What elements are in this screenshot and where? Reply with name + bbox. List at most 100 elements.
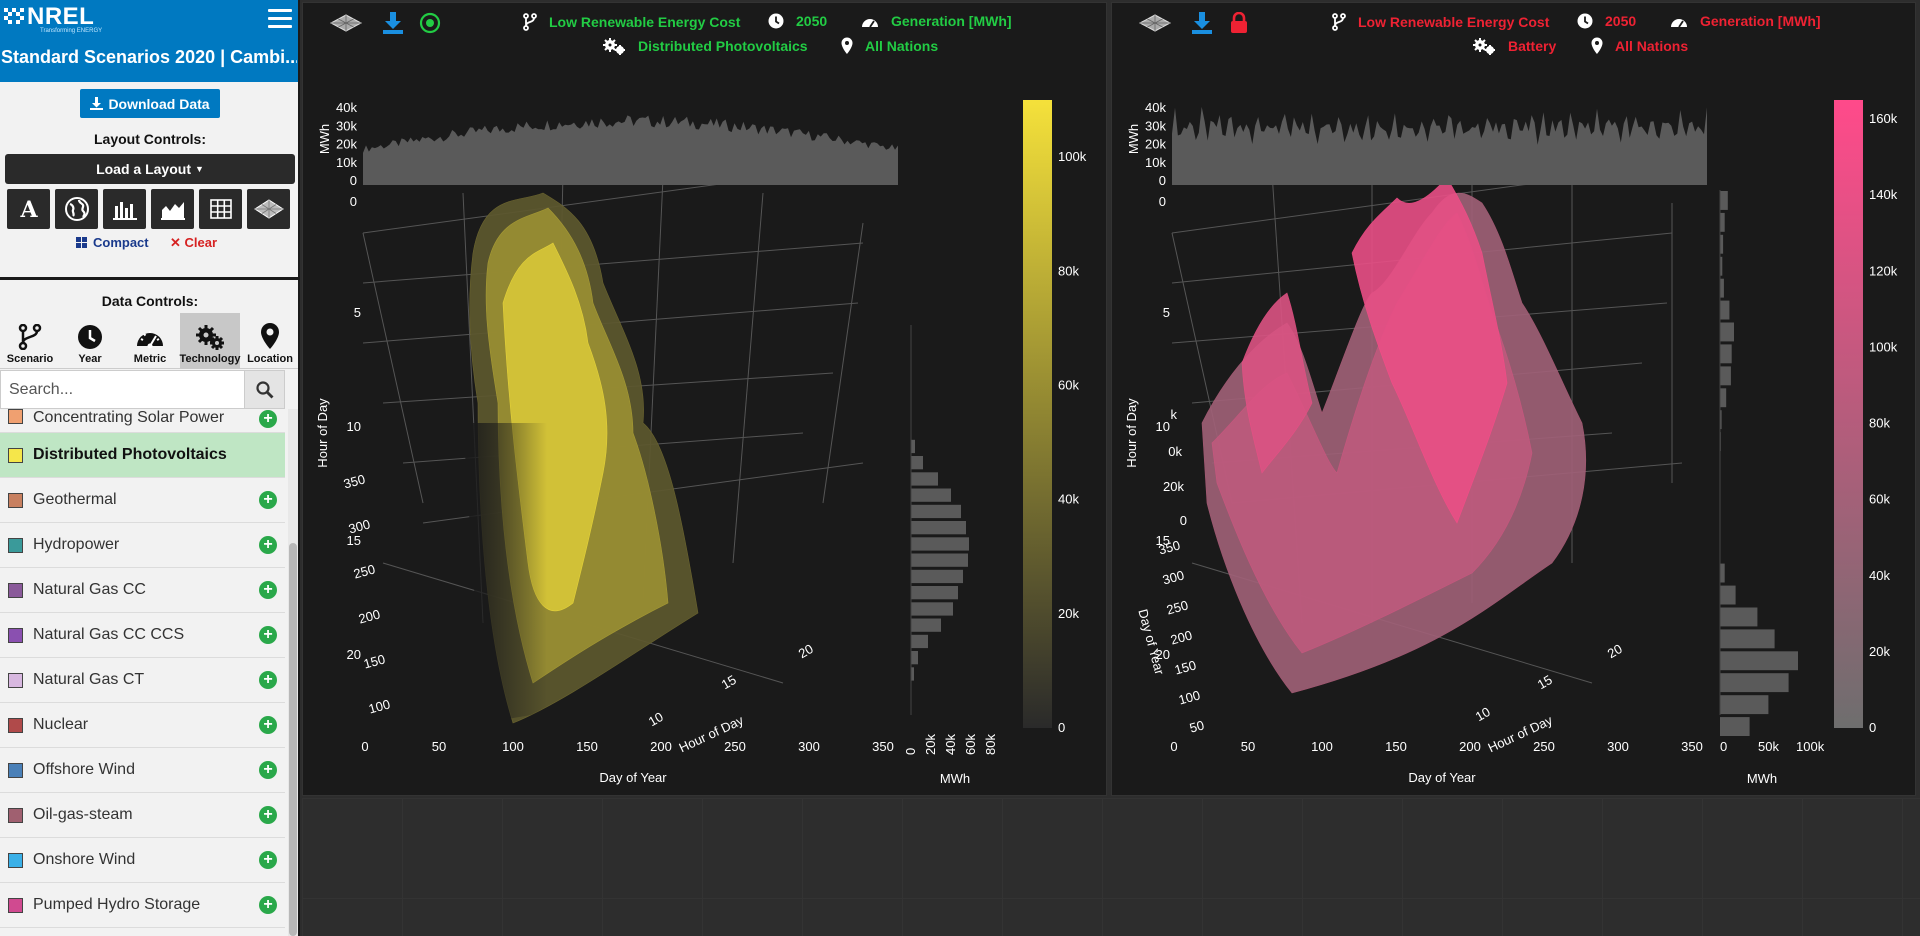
sidebar-scrollbar[interactable] [288,409,298,936]
scene-grid-line [362,242,864,284]
add-icon[interactable]: + [259,491,277,509]
tab-technology[interactable]: Technology [180,313,240,369]
gears-icon [196,325,224,350]
scenario-selector[interactable]: Low Renewable Energy Cost [1332,13,1549,31]
top-histogram-tick: 0 [350,194,357,209]
top-histogram-tick: 0 [350,173,357,188]
tab-year[interactable]: Year [60,313,120,369]
compact-label: Compact [93,235,149,250]
side-histogram-bar [911,618,941,632]
tab-scenario[interactable]: Scenario [0,313,60,369]
side-histogram-bar [911,488,951,502]
view-toggle-button[interactable] [329,11,363,35]
surface-icon [1138,14,1172,32]
year-selector[interactable]: 2050 [1577,13,1636,29]
year-selector[interactable]: 2050 [768,13,827,29]
download-icon [383,12,403,34]
search-button[interactable] [245,370,285,409]
technology-selector[interactable]: Battery [1472,37,1556,55]
list-item[interactable]: Concentrating Solar Power + [0,409,285,433]
nrel-logo[interactable]: NREL [4,5,94,29]
text-layout-button[interactable]: A [7,189,50,229]
metric-selector[interactable]: Generation [MWh] [1670,13,1821,29]
technology-label: Battery [1508,38,1557,54]
add-icon[interactable]: + [259,851,277,869]
side-histogram-bar [1720,673,1789,693]
tab-technology-label: Technology [179,353,241,365]
location-selector[interactable]: All Nations [841,37,938,55]
add-icon[interactable]: + [259,896,277,914]
download-chart-button[interactable] [382,11,404,35]
nrel-logo-mark-icon [4,8,24,24]
scenario-label: Low Renewable Energy Cost [549,14,741,30]
view-toggle-button[interactable] [1138,11,1172,35]
list-item[interactable]: Distributed Photovoltaics [0,433,285,478]
technology-name: Oil-gas-steam [33,806,133,823]
top-histogram-tick: 40k [336,100,357,115]
metric-selector[interactable]: Generation [MWh] [861,13,1012,29]
scrollbar-thumb[interactable] [289,543,297,936]
hamburger-menu-icon[interactable] [268,9,292,29]
clear-button[interactable]: ✕ Clear [170,235,217,251]
side-histogram-bar [911,456,923,470]
list-item[interactable]: Natural Gas CC + [0,568,285,613]
bar-layout-button[interactable] [103,189,146,229]
colorbar-tick: 40k [1869,568,1890,583]
add-icon[interactable]: + [259,536,277,554]
area-layout-button[interactable] [151,189,194,229]
list-item[interactable]: Natural Gas CC CCS + [0,613,285,658]
side-histogram-tick: 60k [963,734,978,755]
side-histogram-bar [1720,212,1725,232]
technology-selector[interactable]: Distributed Photovoltaics [602,37,808,55]
y-axis-tick: 10 [347,419,361,434]
list-item[interactable]: Hydropower + [0,523,285,568]
app-title[interactable]: Standard Scenarios 2020 | Cambi... [1,47,297,68]
y-axis-tick: 20 [347,647,361,662]
add-icon[interactable]: + [259,806,277,824]
table-layout-button[interactable] [199,189,242,229]
tab-location[interactable]: Location [240,313,298,369]
list-item[interactable]: Natural Gas CT + [0,658,285,703]
map-layout-button[interactable] [55,189,98,229]
scene-hour-tick: 20 [1605,641,1625,661]
x-axis-tick: 250 [724,739,746,754]
color-swatch [8,717,23,733]
download-chart-button[interactable] [1191,11,1213,35]
tab-metric[interactable]: Metric [120,313,180,369]
search-input[interactable] [0,370,245,409]
compact-button[interactable]: Compact [76,235,149,250]
location-label: All Nations [865,38,939,54]
area-chart-icon [160,202,185,220]
add-icon[interactable]: + [259,410,277,428]
add-icon[interactable]: + [259,626,277,644]
side-histogram-bar [911,537,969,551]
color-swatch [8,492,23,508]
add-icon[interactable]: + [259,581,277,599]
surface-chart-left[interactable]: 40k30k20k10k0MWh00 20k 40k 60k 80kMWh020k40k… [303,3,1107,796]
x-axis-tick: 50 [1241,739,1255,754]
lock-status-button[interactable] [1228,11,1250,35]
location-selector[interactable]: All Nations [1591,37,1688,55]
list-item[interactable]: Geothermal + [0,478,285,523]
list-item[interactable]: Pumped Hydro Storage + [0,883,285,928]
list-item[interactable]: Offshore Wind + [0,748,285,793]
tab-year-label: Year [78,353,102,365]
add-icon[interactable]: + [259,671,277,689]
scene-z-tick: k [1171,407,1178,422]
add-icon[interactable]: + [259,761,277,779]
add-icon[interactable]: + [259,716,277,734]
surface-chart-right[interactable]: 40k30k20k10k0MWh00 50k 100kMWh020k40k60k80… [1112,3,1916,796]
scene-day-tick: 200 [1169,627,1194,647]
side-histogram-bar [1720,344,1732,364]
list-item[interactable]: Oil-gas-steam + [0,793,285,838]
target-status-button[interactable] [419,11,441,35]
list-item[interactable]: Onshore Wind + [0,838,285,883]
globe-icon [64,197,89,221]
list-item[interactable]: Nuclear + [0,703,285,748]
scenario-selector[interactable]: Low Renewable Energy Cost [523,13,740,31]
surface-layout-button[interactable] [247,189,290,229]
top-histogram-tick: 30k [336,118,357,133]
load-layout-dropdown[interactable]: Load a Layout ▼ [5,154,295,184]
scene-day-tick: 100 [1177,687,1202,707]
download-data-button[interactable]: Download Data [80,89,220,118]
